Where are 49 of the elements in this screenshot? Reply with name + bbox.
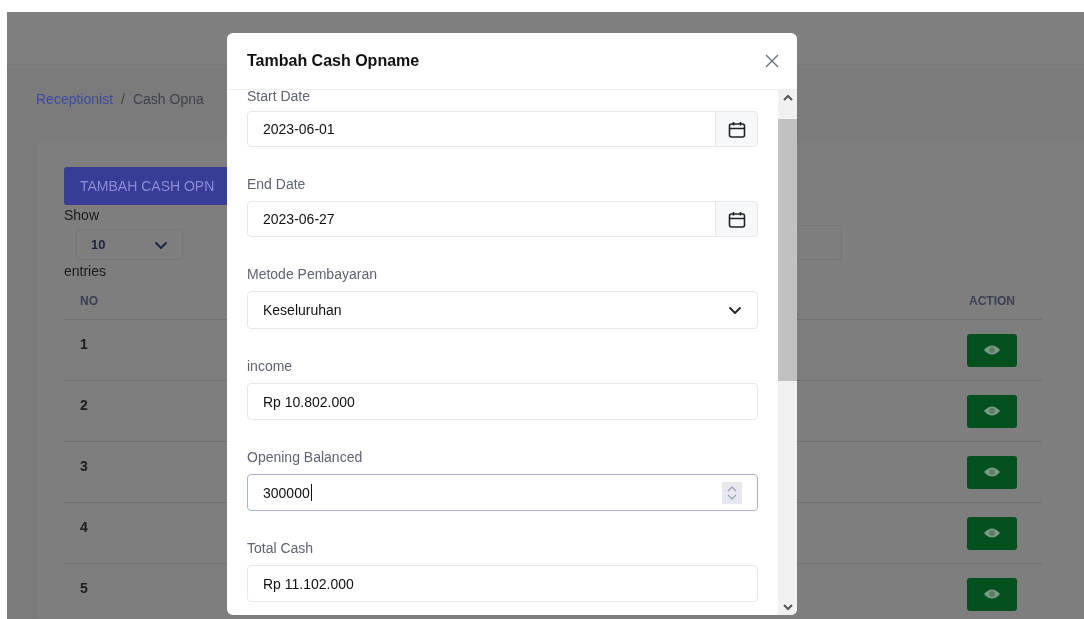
calendar-button[interactable] [715,201,758,237]
view-button[interactable] [967,516,1017,550]
table-cell-text: 5 [80,579,88,596]
column-header: NO [80,294,98,308]
entries-label: entries [64,263,107,279]
table-cell-text: 2 [80,396,88,413]
entries-select[interactable]: 10 [76,229,183,260]
breadcrumb-separator: / [121,91,125,109]
view-button[interactable] [967,333,1017,367]
calendar-button[interactable] [715,111,758,147]
scroll-down-icon [782,604,793,611]
breadcrumb-current: Cash Opna [132,91,204,109]
calendar-icon [727,210,746,228]
spinner-icon [722,481,742,504]
input-field[interactable]: Rp 11.102.000 [247,565,758,602]
date-field[interactable]: 2023-06-27 [247,201,716,237]
eye-icon [983,527,1001,539]
chevron-down-icon [728,304,742,316]
field-label: income [247,358,294,374]
close-icon [765,54,779,68]
column-header: ACTION [968,294,1016,308]
field-label: Metode Pembayaran [247,266,378,282]
select-value: 10 [91,237,107,252]
field-label: Start Date [247,90,312,102]
scroll-up-icon [782,94,793,101]
text-cursor [310,484,312,501]
scrollbar[interactable] [778,90,797,615]
table-cell-text: 4 [80,518,88,535]
show-label: Show [64,207,100,223]
input-field[interactable]: 300000 [247,474,758,511]
view-button[interactable] [967,394,1017,428]
field-label: Opening Balanced [247,449,364,465]
modal-title: Tambah Cash Opname [247,52,420,70]
scrollbar-thumb[interactable] [778,119,797,381]
eye-icon [983,466,1001,478]
eye-icon [983,588,1001,600]
eye-icon [983,344,1001,356]
table-cell-text: 1 [80,335,88,352]
payment-method-select[interactable]: Keseluruhan [247,291,758,329]
view-button[interactable] [967,455,1017,489]
view-button[interactable] [967,577,1017,611]
field-label: Total Cash [247,540,315,556]
calendar-icon [727,120,746,138]
eye-icon [983,405,1001,417]
close-button[interactable] [765,54,779,68]
input-field[interactable]: Rp 10.802.000 [247,383,758,420]
date-field[interactable]: 2023-06-01 [247,111,716,147]
table-cell-text: 3 [80,457,88,474]
field-label: End Date [247,176,307,192]
